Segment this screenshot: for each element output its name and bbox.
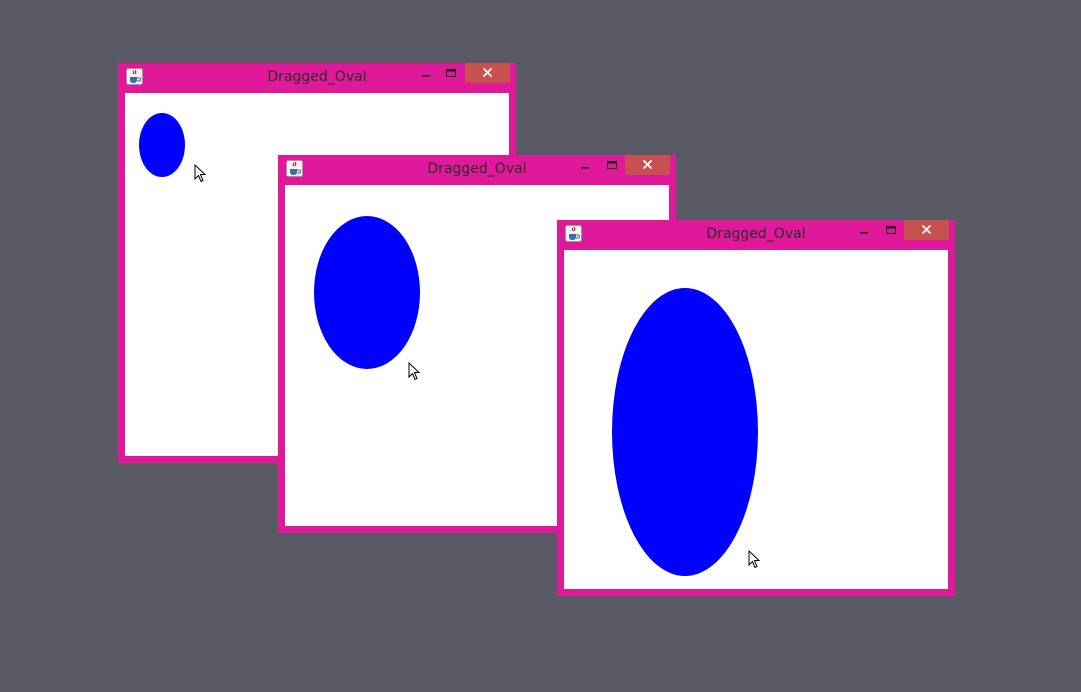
minimize-button[interactable] (416, 63, 436, 83)
close-button[interactable] (904, 220, 949, 240)
close-button[interactable] (625, 155, 670, 175)
drawing-canvas[interactable] (564, 250, 948, 589)
maximize-button[interactable] (602, 155, 622, 175)
maximize-icon (446, 69, 456, 77)
blue-oval[interactable] (314, 216, 420, 369)
minimize-button[interactable] (854, 220, 874, 240)
minimize-button[interactable] (575, 155, 595, 175)
window-title-bar[interactable]: Dragged_Oval (557, 220, 955, 250)
maximize-icon (607, 161, 617, 169)
minimize-icon (860, 232, 868, 234)
app-window-3[interactable]: Dragged_Oval (557, 220, 955, 596)
minimize-icon (422, 75, 430, 77)
maximize-icon (886, 226, 896, 234)
maximize-button[interactable] (441, 63, 461, 83)
window-title-bar[interactable]: Dragged_Oval (278, 155, 676, 185)
mouse-pointer-icon (408, 362, 421, 381)
mouse-pointer-icon (748, 550, 761, 569)
window-title-bar[interactable]: Dragged_Oval (118, 63, 516, 93)
blue-oval[interactable] (612, 288, 758, 576)
close-icon (643, 160, 652, 169)
maximize-button[interactable] (881, 220, 901, 240)
close-button[interactable] (465, 63, 510, 83)
close-icon (922, 225, 931, 234)
mouse-pointer-icon (194, 164, 207, 183)
minimize-icon (581, 167, 589, 169)
close-icon (483, 68, 492, 77)
blue-oval[interactable] (139, 113, 185, 177)
